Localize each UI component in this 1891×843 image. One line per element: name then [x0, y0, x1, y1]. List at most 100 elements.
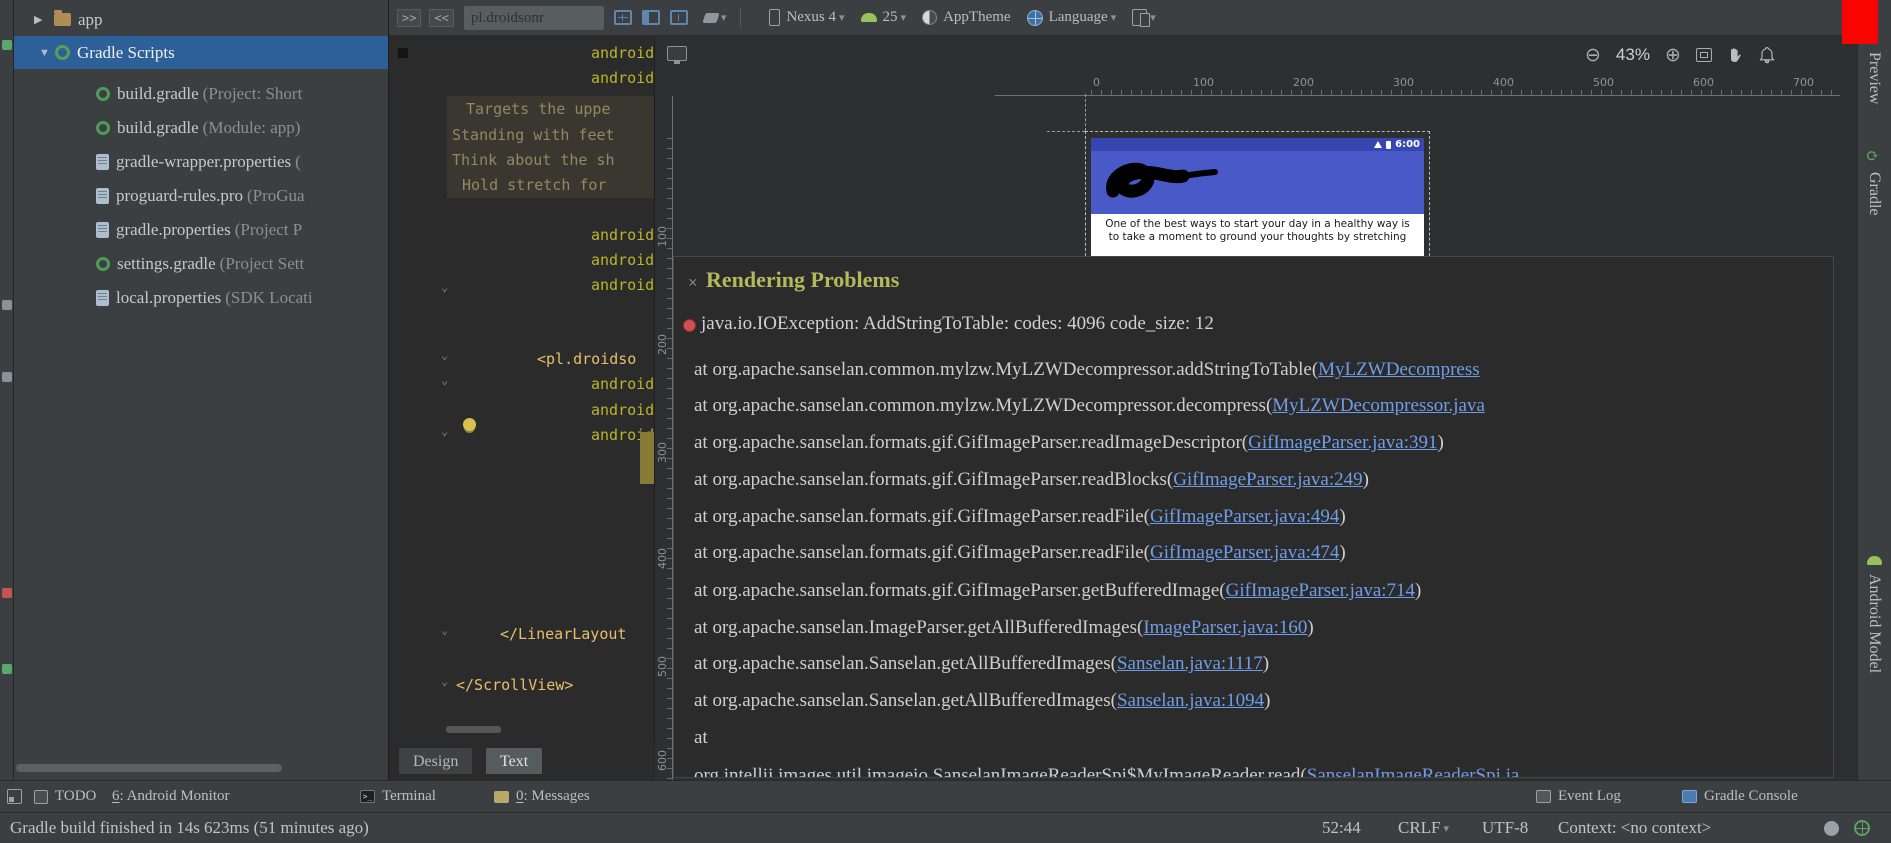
terminal-button[interactable]: >_ Terminal: [360, 781, 436, 812]
fold-icon[interactable]: [441, 280, 448, 294]
caret-position[interactable]: 52:44: [1322, 813, 1361, 843]
android-monitor-button[interactable]: 6: Android Monitor: [112, 781, 230, 812]
orientation-icon[interactable]: [641, 10, 660, 25]
tool-stripe-gradle[interactable]: Gradle: [1865, 172, 1883, 216]
intention-bulb-icon[interactable]: [463, 418, 476, 431]
rendered-layout-preview[interactable]: 6:00 One of the best ways to start your …: [1091, 138, 1424, 256]
tree-item[interactable]: settings.gradle (Project Sett: [14, 248, 388, 279]
tool-stripe-button[interactable]: [2, 40, 12, 50]
zoom-in-icon[interactable]: ⊕: [1665, 44, 1681, 66]
night-mode-icon[interactable]: [702, 12, 720, 23]
file-type-icon: [96, 153, 109, 170]
todo-button[interactable]: TODO: [34, 781, 96, 812]
target-device-selector[interactable]: ▾: [1132, 9, 1156, 27]
layout-preview-pane[interactable]: ⊖ 43% ⊕ 0 100 200 300 400 500 600 700 100 200 300…: [655, 36, 1857, 780]
stack-frame-text: at org.apache.sanselan.formats.gif.GifIm…: [694, 542, 1150, 563]
fold-icon[interactable]: [441, 674, 448, 688]
code-line: Hold stretch for: [462, 176, 616, 194]
fold-icon[interactable]: [441, 623, 448, 637]
tool-stripe-android-model[interactable]: Android Model: [1865, 574, 1883, 673]
stack-frame-text: at org.apache.sanselan.ImageParser.getAl…: [694, 617, 1144, 638]
editor-tab[interactable]: Text: [485, 747, 544, 775]
stack-frame-link[interactable]: MyLZWDecompress: [1318, 359, 1479, 380]
tool-stripe-button[interactable]: [2, 372, 12, 382]
stack-frame-link[interactable]: GifImageParser.java:474: [1150, 542, 1339, 563]
stack-frame-text: at org.apache.sanselan.Sanselan.getAllBu…: [694, 653, 1117, 674]
ui-mode-icon[interactable]: [669, 10, 688, 25]
horizontal-scrollbar[interactable]: [446, 726, 501, 733]
dumb-mode-indicator[interactable]: [1854, 813, 1870, 843]
event-log-button[interactable]: Event Log: [1536, 781, 1621, 812]
stack-frame-link[interactable]: Sanselan.java:1094: [1117, 690, 1264, 711]
editor-tab[interactable]: Design: [398, 747, 474, 775]
stack-frame-text: ): [1264, 690, 1271, 711]
chevron-down-icon[interactable]: ▼: [39, 47, 55, 59]
messages-button[interactable]: 0: Messages: [494, 781, 590, 812]
zoom-fit-icon[interactable]: [1695, 48, 1712, 62]
android-monitor-label: : Android Monitor: [119, 788, 230, 804]
stack-frame-link[interactable]: GifImageParser.java:714: [1226, 580, 1415, 601]
run-context[interactable]: Context: <no context>: [1558, 813, 1711, 843]
tool-stripe-button[interactable]: [2, 588, 12, 598]
ruler-label: 100: [656, 226, 669, 247]
ruler-label: 300: [656, 442, 669, 463]
stack-frame-link[interactable]: SanselanImageReaderSpi.ja: [1307, 765, 1520, 777]
encoding-selector[interactable]: UTF-8: [1482, 813, 1528, 843]
stack-frame-link[interactable]: GifImageParser.java:494: [1150, 506, 1339, 527]
tool-stripe-button[interactable]: [2, 300, 12, 310]
zoom-out-icon[interactable]: ⊖: [1585, 44, 1601, 66]
android-icon: [860, 13, 877, 22]
stack-frame-link[interactable]: GifImageParser.java:391: [1248, 432, 1437, 453]
stack-frame-link[interactable]: MyLZWDecompressor.java: [1272, 395, 1485, 416]
device-selector[interactable]: Nexus 4 ▾: [769, 9, 845, 26]
rendering-problems-panel: × Rendering Problems java.io.IOException…: [673, 256, 1834, 778]
api-level-label: 25: [882, 9, 898, 25]
tree-item-detail: (Project: Short: [202, 83, 303, 103]
xml-editor[interactable]: android: android: Targets the uppe Standing…: [389, 36, 655, 743]
ruler-label: 0: [1093, 76, 1100, 89]
tree-item[interactable]: gradle.properties (Project P: [14, 214, 388, 245]
gradle-console-button[interactable]: Gradle Console: [1682, 781, 1798, 812]
gradle-sync-icon[interactable]: ⟳: [1866, 146, 1879, 166]
fold-icon[interactable]: [441, 373, 448, 387]
tree-item-app[interactable]: ▶ app: [14, 4, 388, 35]
monitor-icon[interactable]: [667, 46, 687, 64]
breadcrumb[interactable]: pl.droidsonr: [463, 5, 604, 30]
status-message[interactable]: Gradle build finished in 14s 623ms (51 m…: [10, 813, 369, 843]
fold-icon[interactable]: [441, 424, 448, 438]
stack-frame-link[interactable]: Sanselan.java:1117: [1117, 653, 1263, 674]
devices-icon: [1132, 9, 1151, 27]
tool-window-switcher[interactable]: [7, 781, 22, 812]
stack-frame-link[interactable]: ImageParser.java:160: [1143, 617, 1307, 638]
layout-variant-icon[interactable]: [613, 10, 632, 25]
project-tree-panel[interactable]: ▶ app ▼ Gradle Scripts build.gradle (Pro…: [14, 0, 389, 780]
line-separator-selector[interactable]: CRLF ▾: [1398, 813, 1449, 843]
fold-icon[interactable]: [441, 348, 448, 362]
tree-item[interactable]: build.gradle (Module: app): [14, 112, 388, 143]
nav-back-button[interactable]: <<: [429, 8, 454, 27]
theme-selector[interactable]: AppTheme: [922, 9, 1011, 26]
notifications-bell-icon[interactable]: [1759, 46, 1775, 64]
close-icon[interactable]: ×: [688, 273, 698, 293]
highlighting-level-button[interactable]: [1824, 813, 1839, 843]
nav-forward-button[interactable]: >>: [397, 8, 422, 27]
horizontal-scrollbar[interactable]: [16, 764, 282, 772]
tree-item[interactable]: local.properties (SDK Locati: [14, 282, 388, 313]
stack-frame: at org.apache.sanselan.common.mylzw.MyLZ…: [694, 395, 1485, 417]
tool-stripe-preview[interactable]: Preview: [1865, 52, 1883, 104]
tree-item-gradle-scripts[interactable]: ▼ Gradle Scripts: [14, 36, 388, 69]
code-line: android:: [591, 401, 655, 419]
api-level-selector[interactable]: 25 ▾: [860, 9, 906, 26]
stack-frame-link[interactable]: GifImageParser.java:249: [1173, 469, 1362, 490]
chevron-right-icon[interactable]: ▶: [34, 13, 50, 26]
stack-frame: at org.apache.sanselan.formats.gif.GifIm…: [694, 580, 1421, 602]
tree-item[interactable]: gradle-wrapper.properties (: [14, 146, 388, 177]
locale-selector[interactable]: Language ▾: [1026, 9, 1116, 26]
android-icon[interactable]: [1867, 556, 1882, 565]
chevron-down-icon[interactable]: ▾: [721, 11, 727, 24]
pan-hand-icon[interactable]: [1727, 46, 1744, 64]
tree-item[interactable]: build.gradle (Project: Short: [14, 78, 388, 109]
tree-item[interactable]: proguard-rules.pro (ProGua: [14, 180, 388, 211]
tool-stripe-button[interactable]: [2, 664, 12, 674]
tool-window-icon: [7, 789, 22, 804]
